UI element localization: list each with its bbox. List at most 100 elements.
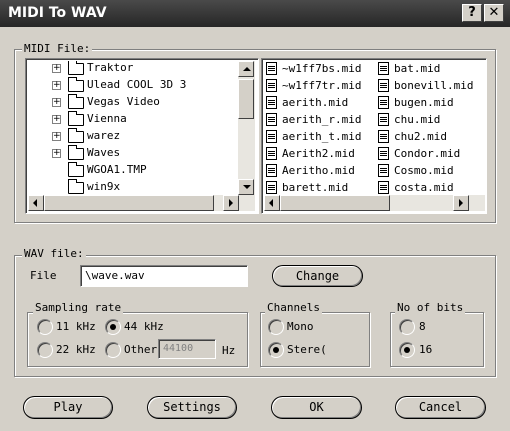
folder-name: warez	[87, 129, 121, 142]
settings-button[interactable]: Settings	[147, 396, 237, 419]
folder-icon	[68, 162, 84, 177]
wav-file-value: \wave.wav	[85, 269, 145, 282]
radio-mono[interactable]	[268, 319, 284, 335]
radio-stereo[interactable]	[268, 342, 284, 358]
midi-file-name: ~w1ff7tr.mid	[282, 79, 362, 92]
midi-file-icon	[266, 96, 277, 109]
radio-11khz[interactable]	[37, 319, 53, 335]
radio-other[interactable]	[105, 342, 121, 358]
expand-plus-icon[interactable]: +	[52, 64, 61, 73]
midi-file-icon	[266, 113, 277, 126]
expand-plus-icon[interactable]: +	[52, 149, 61, 158]
midi-file-item[interactable]: chu.mid	[378, 112, 484, 128]
midi-file-item[interactable]: aerith_r.mid	[266, 112, 374, 128]
window-title: MIDI To WAV	[8, 5, 107, 21]
help-button[interactable]: ?	[462, 4, 482, 22]
folder-tree-item[interactable]: + Waves	[28, 145, 238, 161]
tree-vertical-scrollbar[interactable]	[238, 61, 255, 195]
radio-stereo-label: Stere(	[287, 343, 327, 356]
midi-file-item[interactable]: Aeritho.mid	[266, 163, 374, 179]
folder-name: Traktor	[87, 61, 134, 74]
midi-file-list[interactable]: ~w1ff7bs.mid ~w1ff7tr.mid aerith.mid aerith…	[261, 58, 487, 214]
folder-tree-item[interactable]: + Traktor	[28, 61, 238, 76]
radio-selected-dot	[404, 347, 410, 353]
scroll-down-button[interactable]	[238, 179, 254, 195]
folder-name: Vienna	[87, 112, 127, 125]
folder-tree-item[interactable]: + warez	[28, 128, 238, 144]
midi-file-item[interactable]: bugen.mid	[378, 95, 484, 111]
midi-file-item[interactable]: barett.mid	[266, 180, 374, 195]
scroll-left-button[interactable]	[28, 195, 44, 211]
scroll-left-button[interactable]	[264, 195, 280, 211]
change-button[interactable]: Change	[272, 265, 363, 287]
radio-22khz-label: 22 kHz	[56, 343, 96, 356]
midi-file-icon	[378, 62, 389, 75]
midi-file-item[interactable]: aerith_t.mid	[266, 129, 374, 145]
expand-plus-icon[interactable]: +	[52, 98, 61, 107]
radio-22khz[interactable]	[37, 342, 53, 358]
cancel-button[interactable]: Cancel	[395, 396, 486, 419]
wav-file-label: WAV file:	[22, 247, 86, 260]
scroll-thumb-horizontal[interactable]	[280, 195, 390, 211]
arrow-left-icon	[33, 199, 37, 207]
midi-file-item[interactable]: chu2.mid	[378, 129, 484, 145]
scroll-thumb-horizontal[interactable]	[44, 195, 214, 211]
midi-file-item[interactable]: Condor.mid	[378, 146, 484, 162]
midi-file-item[interactable]: bat.mid	[378, 61, 484, 77]
radio-8bit[interactable]	[399, 319, 415, 335]
folder-tree[interactable]: + Traktor + Ulead COOL 3D 3 + Vegas Video + Vie…	[25, 58, 259, 214]
radio-mono-label: Mono	[287, 320, 314, 333]
ok-button[interactable]: OK	[271, 396, 362, 419]
folder-tree-item[interactable]: + Ulead COOL 3D 3	[28, 77, 238, 93]
wav-file-input[interactable]: \wave.wav	[80, 265, 248, 287]
midi-file-item[interactable]: Cosmo.mid	[378, 163, 484, 179]
midi-file-item[interactable]: bonevill.mid	[378, 78, 484, 94]
file-list-horizontal-scrollbar[interactable]	[264, 195, 485, 211]
scroll-right-button[interactable]	[453, 195, 469, 211]
ok-button-label: OK	[309, 400, 324, 414]
folder-name: win9x	[87, 180, 121, 193]
folder-tree-item[interactable]: win9x	[28, 179, 238, 195]
expand-plus-icon[interactable]: +	[52, 132, 61, 141]
midi-file-icon	[378, 181, 389, 194]
folder-icon	[68, 179, 84, 194]
midi-file-icon	[266, 181, 277, 194]
folder-tree-item[interactable]: WGOA1.TMP	[28, 162, 238, 178]
scroll-up-button[interactable]	[238, 61, 254, 77]
midi-file-icon	[378, 79, 389, 92]
midi-file-label: MIDI File:	[22, 42, 93, 55]
tree-horizontal-scrollbar[interactable]	[28, 195, 255, 211]
settings-button-label: Settings	[163, 400, 221, 414]
other-rate-value: 44100	[163, 343, 194, 354]
midi-file-name: Condor.mid	[394, 147, 461, 160]
scroll-right-button[interactable]	[223, 195, 239, 211]
midi-file-name: aerith_t.mid	[282, 130, 362, 143]
expand-plus-icon[interactable]: +	[52, 81, 61, 90]
midi-file-icon	[266, 164, 277, 177]
other-rate-input[interactable]: 44100	[158, 339, 216, 359]
midi-file-item[interactable]: aerith.mid	[266, 95, 374, 111]
radio-44khz[interactable]	[105, 319, 121, 335]
scroll-thumb[interactable]	[238, 79, 254, 119]
change-button-label: Change	[295, 269, 340, 283]
expand-plus-icon[interactable]: +	[52, 115, 61, 124]
radio-16bit[interactable]	[399, 342, 415, 358]
play-button[interactable]: Play	[23, 396, 113, 419]
folder-name: Waves	[87, 146, 121, 159]
close-button[interactable]: ✕	[484, 4, 504, 22]
midi-file-icon	[378, 113, 389, 126]
midi-file-item[interactable]: costa.mid	[378, 180, 484, 195]
midi-file-name: aerith_r.mid	[282, 113, 362, 126]
arrow-right-icon	[459, 199, 463, 207]
midi-file-item[interactable]: ~w1ff7tr.mid	[266, 78, 374, 94]
folder-icon	[68, 111, 84, 126]
midi-file-item[interactable]: ~w1ff7bs.mid	[266, 61, 374, 77]
folder-tree-item[interactable]: + Vienna	[28, 111, 238, 127]
midi-file-icon	[266, 79, 277, 92]
folder-tree-item[interactable]: + Vegas Video	[28, 94, 238, 110]
title-bar[interactable]: MIDI To WAV	[0, 0, 510, 27]
midi-file-icon	[378, 130, 389, 143]
arrow-right-icon	[229, 199, 233, 207]
midi-file-item[interactable]: Aerith2.mid	[266, 146, 374, 162]
midi-file-icon	[266, 130, 277, 143]
